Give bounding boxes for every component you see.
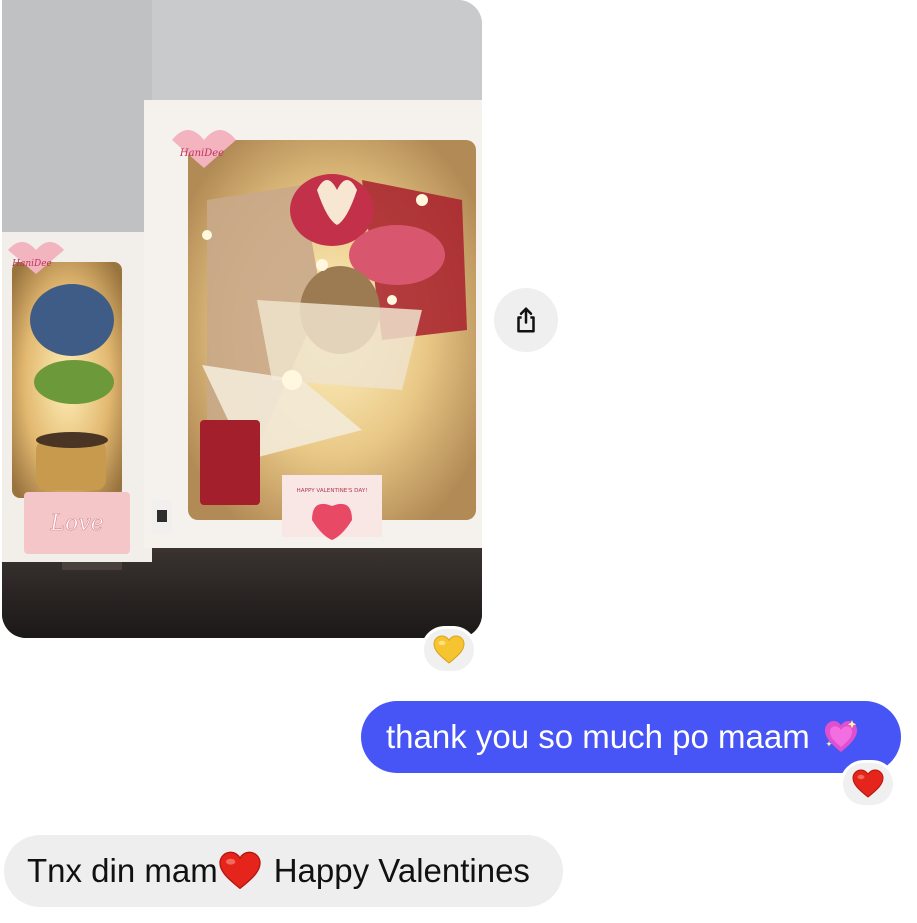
card-label: Love: [49, 511, 103, 536]
photo-reaction[interactable]: [421, 626, 477, 674]
sent-message-bubble[interactable]: thank you so much po maam: [361, 701, 901, 773]
received-message-text-end: Happy Valentines: [273, 852, 530, 889]
card-greeting-text: HAPPY VALENTINE'S DAY!: [297, 488, 368, 494]
red-heart-icon: [852, 769, 884, 798]
red-heart-icon: [219, 851, 261, 890]
small-box-logo: HaniDee: [11, 259, 52, 269]
received-message-text-start: Tnx din mam: [27, 852, 218, 889]
sent-message-text: thank you so much po maam: [386, 718, 810, 755]
received-message-bubble[interactable]: Tnx din mam Happy Valentines: [4, 835, 563, 907]
message-thread: Love HaniDee HAPPY VALENTINE'S DAY! Hani…: [0, 0, 917, 923]
large-box-logo: HaniDee: [179, 148, 224, 159]
share-icon: [517, 307, 535, 333]
sent-message-reaction[interactable]: [840, 760, 896, 808]
gift-box-photo: Love HaniDee HAPPY VALENTINE'S DAY! Hani…: [2, 0, 482, 638]
share-button[interactable]: [494, 288, 558, 352]
sparkling-heart-icon: [824, 720, 857, 752]
photo-message[interactable]: Love HaniDee HAPPY VALENTINE'S DAY! Hani…: [2, 0, 482, 638]
yellow-heart-icon: [433, 635, 465, 664]
